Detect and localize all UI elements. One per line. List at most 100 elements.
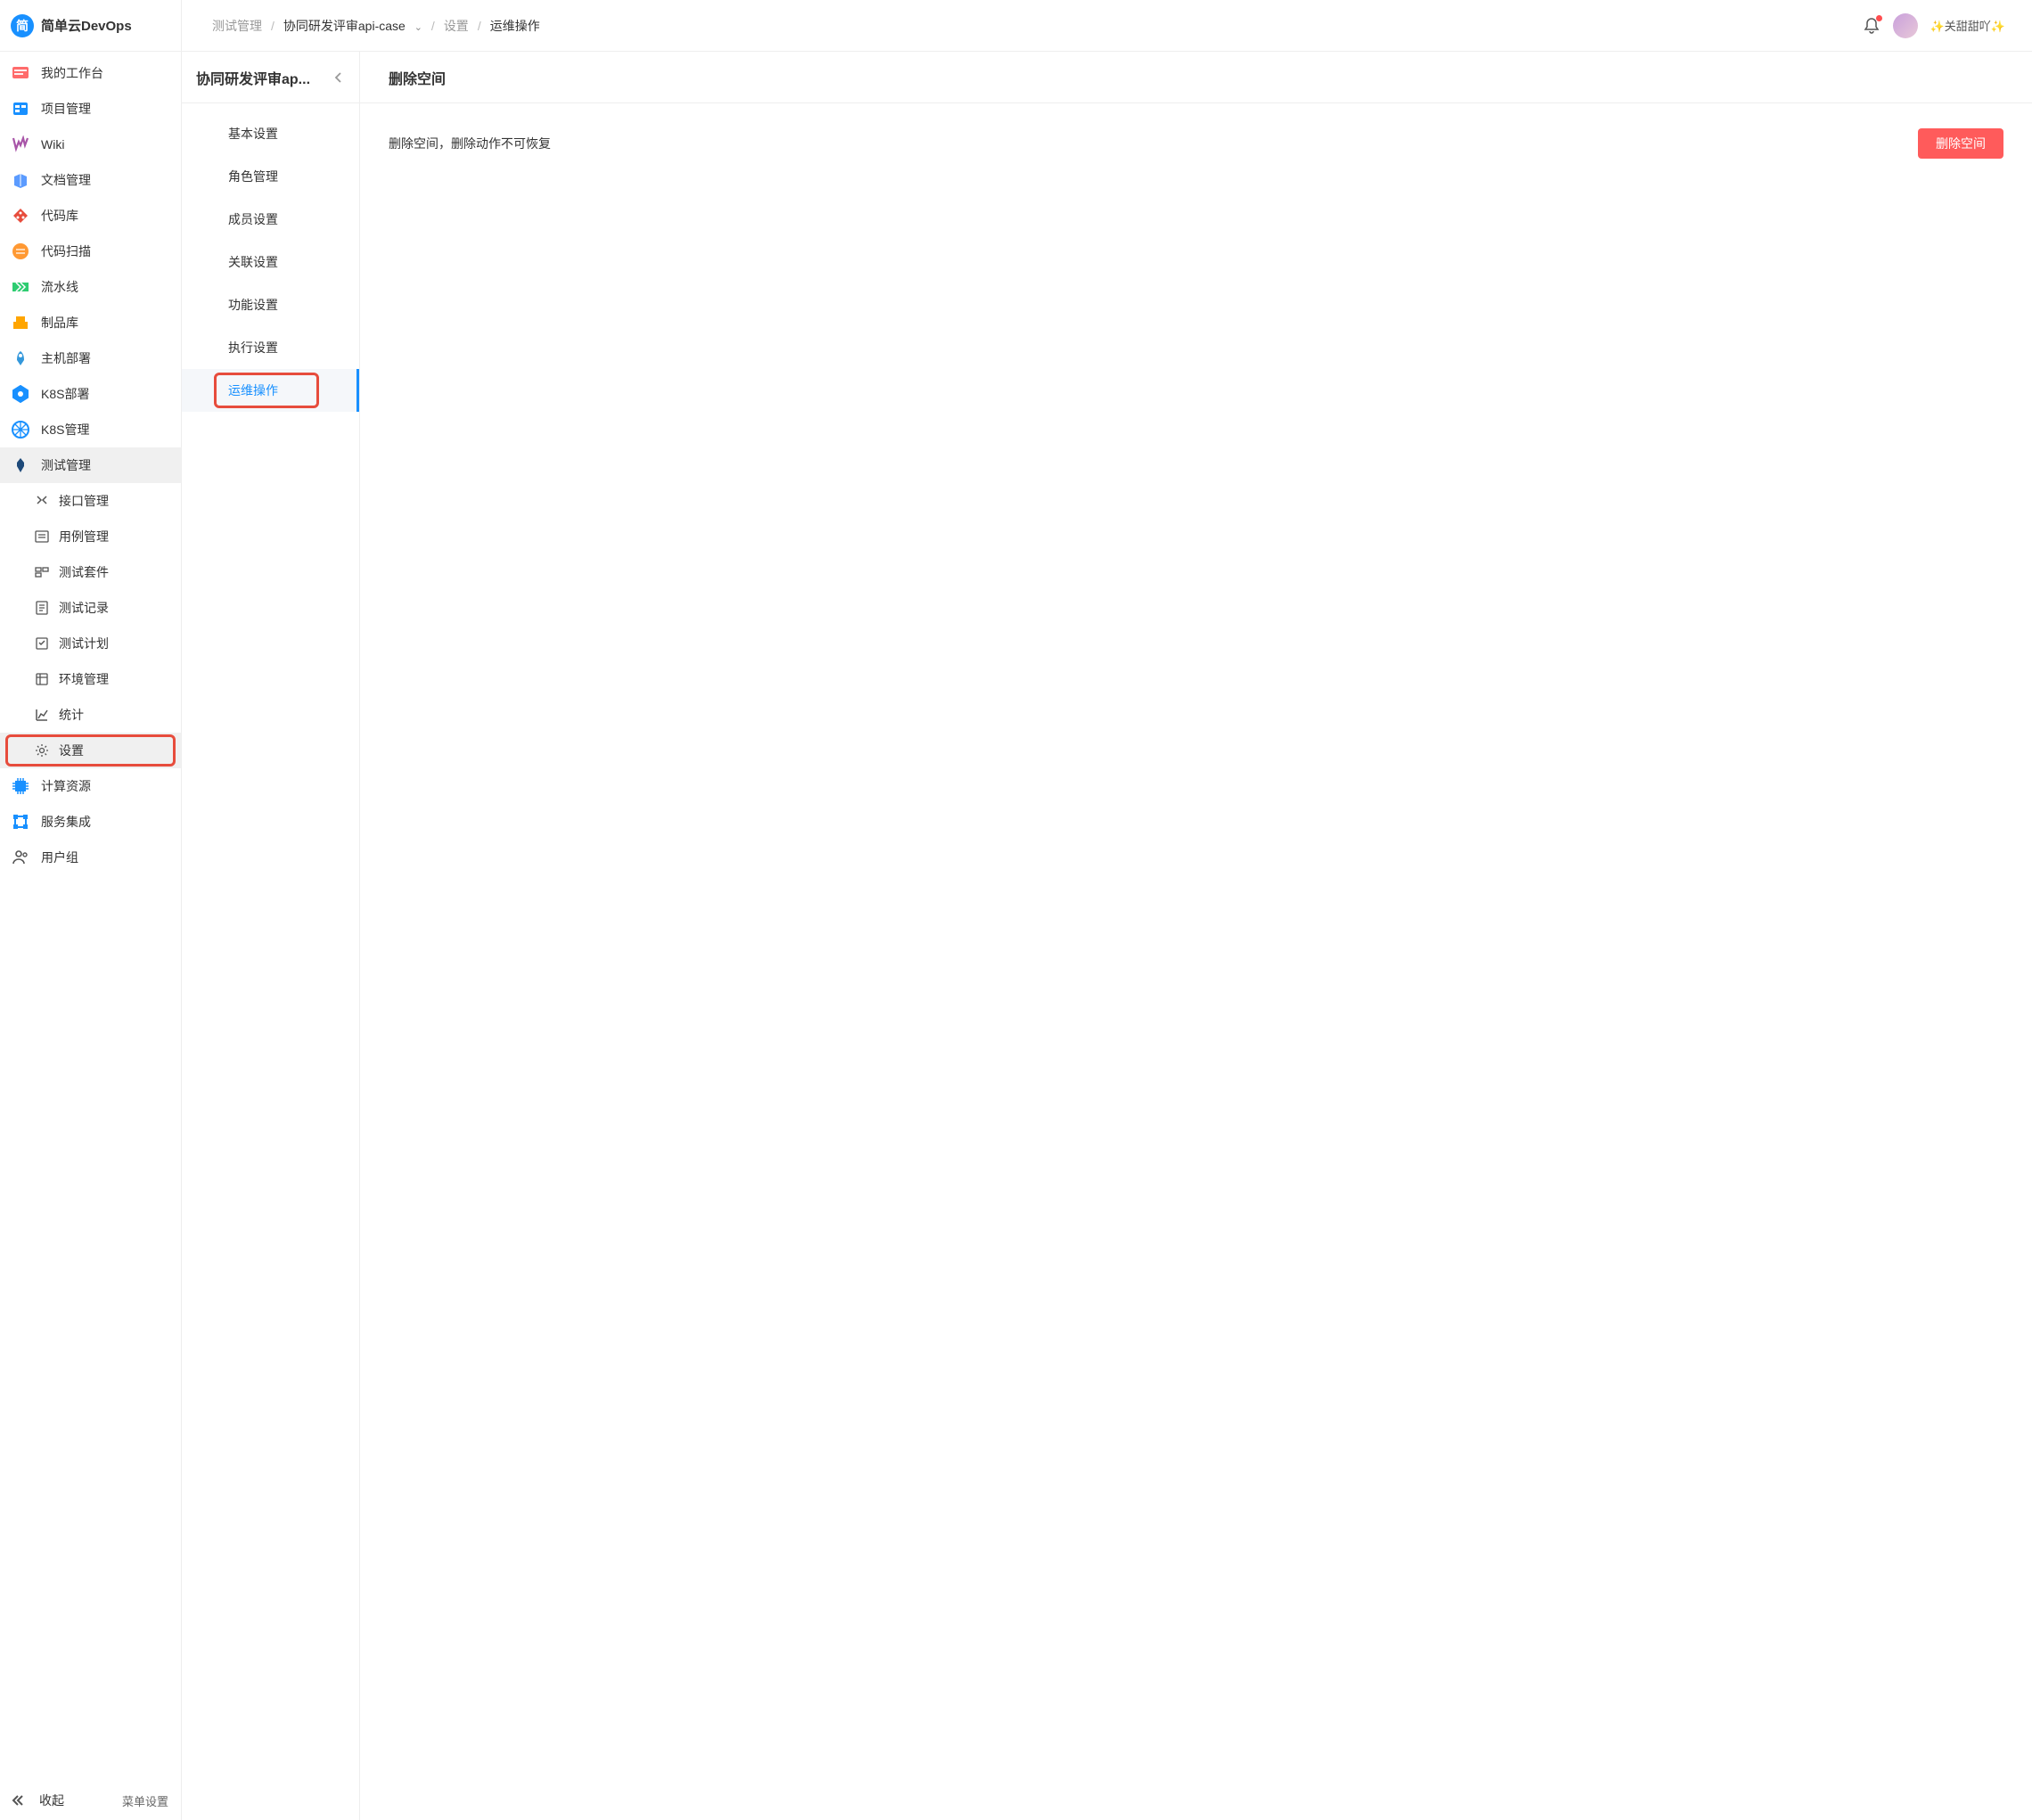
- collapse-icon: [11, 1793, 30, 1808]
- logo-area[interactable]: 简 简单云DevOps: [0, 0, 181, 52]
- chevron-down-icon: ⌄: [414, 22, 422, 33]
- nav-artifact[interactable]: 制品库: [0, 305, 181, 340]
- nav-label: 测试计划: [59, 635, 109, 652]
- back-button[interactable]: [325, 71, 345, 84]
- nav-test-group[interactable]: 测试管理: [0, 447, 181, 483]
- notification-dot: [1876, 15, 1882, 21]
- delete-space-button[interactable]: 删除空间: [1918, 128, 2003, 159]
- nav-sub-suite[interactable]: 测试套件: [0, 554, 181, 590]
- nav-label: 接口管理: [59, 492, 109, 510]
- settings-item-member[interactable]: 成员设置: [182, 198, 359, 241]
- nav-label: K8S部署: [41, 385, 89, 403]
- nav-docs[interactable]: 文档管理: [0, 162, 181, 198]
- nav-label: 文档管理: [41, 171, 91, 189]
- nav-label: 统计: [59, 706, 84, 724]
- settings-item-relation[interactable]: 关联设置: [182, 241, 359, 283]
- nav-label: 用户组: [41, 849, 78, 866]
- settings-label: 功能设置: [228, 296, 278, 314]
- breadcrumb: 测试管理 / 协同研发评审api-case ⌄ / 设置 / 运维操作: [212, 17, 540, 35]
- crumb-project[interactable]: 协同研发评审api-case ⌄: [283, 17, 422, 35]
- nav-label: 制品库: [41, 314, 78, 332]
- wiki-icon: [11, 135, 30, 154]
- top-header: 测试管理 / 协同研发评审api-case ⌄ / 设置 / 运维操作 ✨关甜甜…: [182, 0, 2032, 52]
- gear-icon: [34, 742, 50, 758]
- collapse-sidebar[interactable]: 收起: [0, 1784, 75, 1816]
- nav-list: 我的工作台 项目管理 Wiki 文档管理 代码库 代码扫描: [0, 52, 181, 1780]
- plan-icon: [34, 635, 50, 652]
- main-content: 删除空间 删除空间，删除动作不可恢复 删除空间: [360, 52, 2032, 1820]
- nav-label: 代码库: [41, 207, 78, 225]
- settings-item-basic[interactable]: 基本设置: [182, 112, 359, 155]
- nav-label: 服务集成: [41, 813, 91, 831]
- settings-sidebar: 协同研发评审ap... 基本设置 角色管理 成员设置 关联设置 功能设置 执行设…: [182, 52, 360, 1820]
- nav-label: 测试管理: [41, 456, 91, 474]
- nav-sub-stats[interactable]: 统计: [0, 697, 181, 733]
- notifications-button[interactable]: [1863, 17, 1880, 35]
- collapse-label: 收起: [39, 1791, 64, 1809]
- nav-label: 测试套件: [59, 563, 109, 581]
- nav-compute[interactable]: 计算资源: [0, 768, 181, 804]
- nav-sub-record[interactable]: 测试记录: [0, 590, 181, 626]
- project-icon: [11, 99, 30, 119]
- pipeline-icon: [11, 277, 30, 297]
- main-sidebar: 简 简单云DevOps 我的工作台 项目管理 Wiki 文档管理: [0, 0, 182, 1820]
- nav-label: 测试记录: [59, 599, 109, 617]
- record-icon: [34, 600, 50, 616]
- nav-label: 计算资源: [41, 777, 91, 795]
- settings-label: 运维操作: [228, 381, 278, 399]
- nav-k8s-deploy[interactable]: K8S部署: [0, 376, 181, 412]
- nav-label: Wiki: [41, 137, 64, 152]
- nav-sub-case[interactable]: 用例管理: [0, 519, 181, 554]
- page-title: 删除空间: [389, 67, 446, 88]
- crumb-test[interactable]: 测试管理: [212, 17, 262, 35]
- nav-label: 流水线: [41, 278, 78, 296]
- compute-icon: [11, 776, 30, 796]
- settings-label: 角色管理: [228, 168, 278, 185]
- nav-scan[interactable]: 代码扫描: [0, 234, 181, 269]
- settings-item-feature[interactable]: 功能设置: [182, 283, 359, 326]
- api-icon: [34, 493, 50, 509]
- nav-sub-plan[interactable]: 测试计划: [0, 626, 181, 661]
- env-icon: [34, 671, 50, 687]
- crumb-sep: /: [478, 19, 481, 33]
- logo-icon: 简: [11, 14, 34, 37]
- k8smgr-icon: [11, 420, 30, 439]
- avatar[interactable]: [1893, 13, 1918, 38]
- nav-sub-api[interactable]: 接口管理: [0, 483, 181, 519]
- settings-item-ops[interactable]: 运维操作: [182, 369, 359, 412]
- usergroup-icon: [11, 848, 30, 867]
- crumb-project-text: 协同研发评审api-case: [283, 19, 406, 33]
- delete-description: 删除空间，删除动作不可恢复: [389, 135, 551, 152]
- nav-service[interactable]: 服务集成: [0, 804, 181, 840]
- nav-deploy[interactable]: 主机部署: [0, 340, 181, 376]
- nav-pipeline[interactable]: 流水线: [0, 269, 181, 305]
- k8s-icon: [11, 384, 30, 404]
- nav-workbench[interactable]: 我的工作台: [0, 55, 181, 91]
- nav-sub-settings[interactable]: 设置: [0, 733, 181, 768]
- nav-project[interactable]: 项目管理: [0, 91, 181, 127]
- menu-settings-link[interactable]: 菜单设置: [122, 1792, 181, 1809]
- test-icon: [11, 455, 30, 475]
- settings-item-exec[interactable]: 执行设置: [182, 326, 359, 369]
- settings-label: 执行设置: [228, 339, 278, 357]
- stats-icon: [34, 707, 50, 723]
- suite-icon: [34, 564, 50, 580]
- nav-k8s-mgr[interactable]: K8S管理: [0, 412, 181, 447]
- nav-label: 主机部署: [41, 349, 91, 367]
- settings-label: 关联设置: [228, 253, 278, 271]
- nav-usergroup[interactable]: 用户组: [0, 840, 181, 875]
- case-icon: [34, 529, 50, 545]
- deploy-icon: [11, 348, 30, 368]
- nav-label: 我的工作台: [41, 64, 103, 82]
- chevron-left-icon: [332, 71, 345, 84]
- artifact-icon: [11, 313, 30, 332]
- scan-icon: [11, 242, 30, 261]
- nav-sub-env[interactable]: 环境管理: [0, 661, 181, 697]
- nav-repo[interactable]: 代码库: [0, 198, 181, 234]
- nav-label: 代码扫描: [41, 242, 91, 260]
- nav-wiki[interactable]: Wiki: [0, 127, 181, 162]
- settings-item-role[interactable]: 角色管理: [182, 155, 359, 198]
- app-name: 简单云DevOps: [41, 16, 132, 35]
- crumb-settings[interactable]: 设置: [444, 17, 469, 35]
- username[interactable]: ✨关甜甜吖✨: [1930, 17, 2005, 34]
